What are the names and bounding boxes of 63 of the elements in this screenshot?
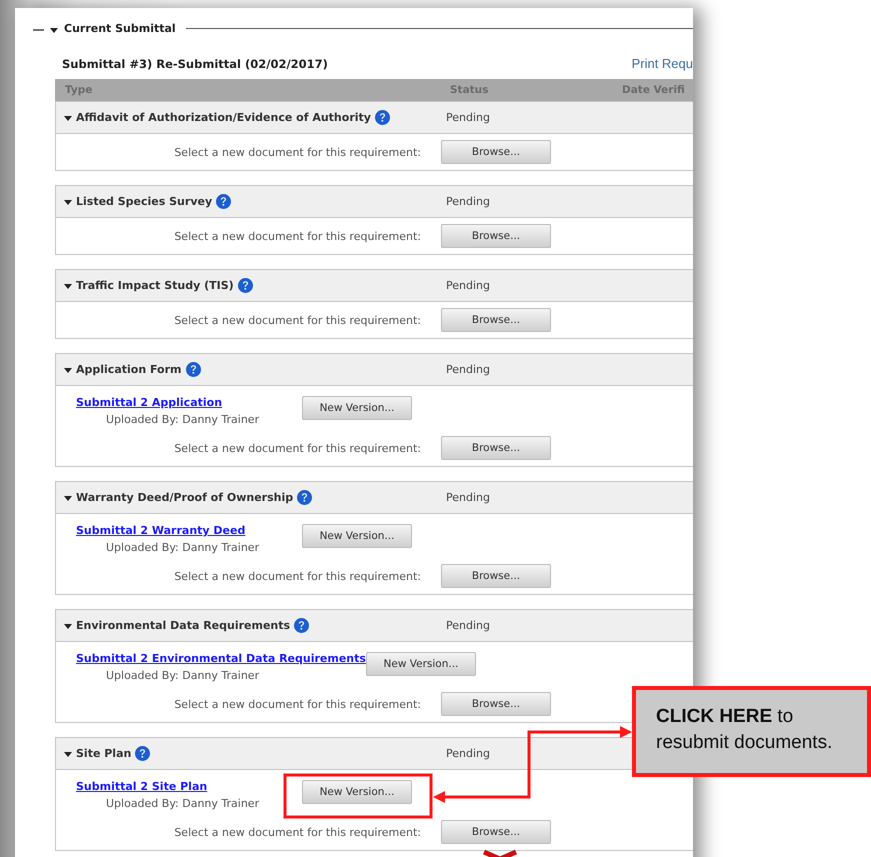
help-icon[interactable] (186, 362, 201, 377)
new-version-button[interactable]: New Version... (302, 396, 412, 420)
status-text: Pending (445, 619, 491, 632)
select-label: Select a new document for this requirement: (173, 570, 422, 582)
document-link[interactable]: Submittal 2 Application (76, 396, 302, 409)
column-header: Status (449, 84, 490, 96)
column-header: Type (64, 84, 94, 96)
browse-button[interactable]: Browse... (441, 564, 551, 588)
browse-button[interactable]: Browse... (441, 692, 551, 716)
new-version-button[interactable]: New Version... (366, 652, 476, 676)
caret-icon[interactable] (64, 494, 72, 502)
requirement-name: Warranty Deed/Proof of Ownership (76, 491, 294, 504)
requirement-name: Environmental Data Requirements (76, 619, 290, 632)
document-link[interactable]: Submittal 2 Site Plan (76, 780, 302, 793)
help-icon[interactable] (238, 278, 253, 293)
uploaded-by-text: Uploaded By: Danny Trainer (105, 541, 260, 554)
new-version-button[interactable]: New Version... (302, 524, 412, 548)
status-text: Pending (445, 491, 491, 504)
section-title: Current Submittal (64, 22, 176, 34)
help-icon[interactable] (297, 490, 312, 505)
status-text: Pending (445, 363, 491, 376)
uploaded-by-text: Uploaded By: Danny Trainer (105, 413, 260, 426)
status-text: Pending (445, 111, 491, 124)
caret-icon[interactable] (64, 114, 72, 122)
requirement-name: Listed Species Survey (76, 195, 212, 208)
status-text: Pending (445, 195, 491, 208)
requirement-name: Site Plan (76, 747, 132, 760)
requirement-name: Traffic Impact Study (TIS) (76, 279, 234, 292)
caret-icon[interactable] (64, 750, 72, 758)
caret-icon[interactable] (50, 26, 58, 34)
callout-text: CLICK HERE to resubmit documents. (632, 686, 871, 777)
browse-button[interactable]: Browse... (441, 308, 551, 332)
document-link[interactable]: Submittal 2 Warranty Deed (76, 524, 302, 537)
status-text: Pending (445, 747, 491, 760)
new-version-button[interactable]: New Version... (302, 780, 412, 804)
select-label: Select a new document for this requirement: (173, 698, 422, 710)
caret-icon[interactable] (64, 198, 72, 206)
status-text: Pending (445, 279, 491, 292)
column-header: Date Verifi (621, 84, 686, 96)
select-label: Select a new document for this requirement: (173, 442, 422, 454)
help-icon[interactable] (216, 194, 232, 209)
print-link[interactable]: Print Requ (632, 56, 693, 71)
browse-button[interactable]: Browse... (441, 140, 551, 164)
uploaded-by-text: Uploaded By: Danny Trainer (105, 797, 260, 810)
help-icon[interactable] (294, 618, 310, 633)
caret-icon[interactable] (64, 366, 72, 374)
select-label: Select a new document for this requirement: (173, 314, 422, 326)
caret-icon[interactable] (64, 282, 72, 290)
cross-mark (482, 850, 518, 857)
browse-button[interactable]: Browse... (441, 224, 551, 248)
select-label: Select a new document for this requirement: (173, 826, 422, 838)
browse-button[interactable]: Browse... (441, 436, 551, 460)
requirement-name: Affidavit of Authorization/Evidence of Authority (76, 111, 371, 124)
submittal-title: Submittal #3) Re-Submittal (02/02/2017) (62, 56, 328, 70)
browse-button[interactable]: Browse... (441, 820, 551, 844)
select-label: Select a new document for this requirement: (173, 230, 422, 242)
select-label: Select a new document for this requirement: (173, 146, 422, 158)
uploaded-by-text: Uploaded By: Danny Trainer (105, 669, 260, 682)
requirement-name: Application Form (76, 363, 182, 376)
help-icon[interactable] (374, 110, 390, 125)
caret-icon[interactable] (64, 622, 72, 630)
help-icon[interactable] (135, 746, 150, 761)
document-link[interactable]: Submittal 2 Environmental Data Requirements (76, 652, 366, 665)
